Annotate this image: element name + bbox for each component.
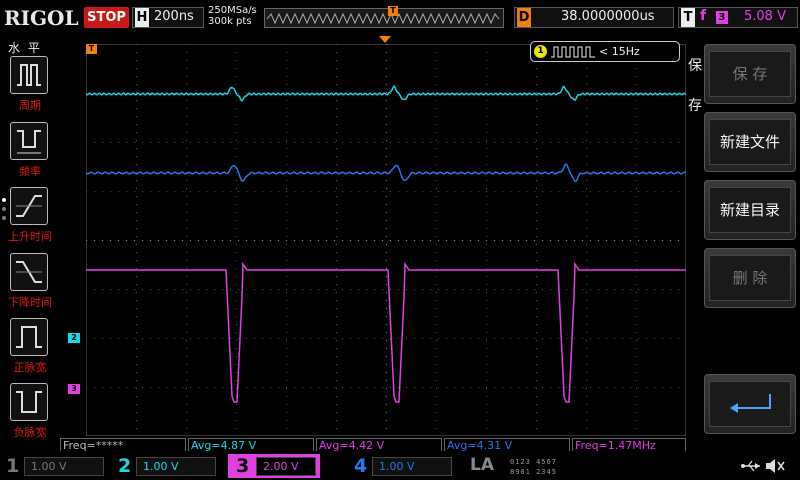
la-bits-row1: 0123 4567 [510, 458, 557, 466]
trigger-label: T [681, 8, 695, 27]
usb-icon [741, 460, 760, 472]
save-button[interactable]: 保 存 [704, 44, 796, 104]
sample-rate: 250MSa/s [208, 5, 257, 16]
negative-width-label: 负脉宽 [13, 426, 47, 439]
ch2-scale-box[interactable]: 1.00 V [136, 457, 216, 476]
ch4-number[interactable]: 4 [354, 454, 367, 478]
new-file-button[interactable]: 新建文件 [704, 112, 796, 172]
ch4-scale-box[interactable]: 1.00 V [372, 457, 452, 476]
memory-waveform-icon [266, 12, 500, 25]
frequency-label: 频率 [19, 165, 41, 178]
ch4-scale: 1.00 V [379, 460, 415, 473]
timebase-value: 200ns [154, 9, 194, 24]
counter-channel: 1 [534, 45, 547, 58]
positive-width-label: 正脉宽 [13, 361, 47, 374]
ch2-offset-marker[interactable]: 2 [68, 333, 80, 343]
frequency-counter: 1 < 15Hz [530, 41, 680, 62]
fall-time-label: 下降时间 [8, 296, 52, 309]
delete-label: 删 除 [709, 255, 791, 301]
enter-button[interactable] [704, 374, 796, 434]
measurement-avg-ch2[interactable]: Avg=4.87 V [188, 438, 314, 452]
enter-button-inner [709, 381, 791, 427]
ch1-scale: 1.00 V [31, 460, 67, 473]
rise-time-button[interactable] [10, 187, 48, 225]
negative-width-icon [16, 391, 42, 413]
ch2-scale: 1.00 V [143, 460, 179, 473]
brand-logo: RIGOL [4, 6, 79, 30]
new-folder-button[interactable]: 新建目录 [704, 180, 796, 240]
delete-button[interactable]: 删 除 [704, 248, 796, 308]
counter-square-wave-icon [551, 46, 595, 58]
top-trigger-marker: T [86, 44, 97, 54]
mute-icon[interactable] [764, 457, 786, 475]
delay-value: 38.0000000us [561, 9, 655, 24]
ch3-number[interactable]: 3 [236, 454, 249, 478]
ch3-scale: 2.00 V [263, 460, 299, 473]
measurement-freq-ch3[interactable]: Freq=1.47MHz [572, 438, 686, 452]
measurement-freq-ch1[interactable]: Freq=***** [60, 438, 186, 452]
measurement-avg-ch4[interactable]: Avg=4.31 V [444, 438, 570, 452]
trigger-level: 5.08 V [744, 9, 786, 24]
positive-width-button[interactable] [10, 318, 48, 356]
frequency-icon [17, 130, 41, 154]
new-file-label: 新建文件 [709, 119, 791, 165]
trigger-position-marker [379, 36, 391, 43]
period-icon [17, 64, 41, 86]
fall-time-icon [16, 261, 42, 283]
ch3-scale-box[interactable]: 2.00 V [256, 457, 316, 476]
delay-label: D [517, 8, 531, 27]
fall-time-button[interactable] [10, 253, 48, 291]
save-button-label: 保 存 [709, 51, 791, 97]
frequency-button[interactable] [10, 122, 48, 160]
period-label: 周期 [19, 99, 41, 112]
logic-analyzer-button[interactable]: LA [470, 455, 494, 475]
page-indicator [2, 198, 8, 225]
period-button[interactable] [10, 56, 48, 94]
ch2-number[interactable]: 2 [118, 454, 131, 478]
measure-menu-title: 水 平 [8, 41, 42, 55]
rise-time-icon [16, 195, 42, 217]
run-stop-indicator[interactable]: STOP [84, 7, 129, 28]
measurement-avg-ch3[interactable]: Avg=4.42 V [316, 438, 442, 452]
falling-edge-icon: f [700, 8, 707, 24]
horizontal-label: H [135, 8, 149, 27]
positive-width-icon [16, 326, 42, 348]
rise-time-label: 上升时间 [8, 230, 52, 243]
save-menu-title: 保存 [688, 58, 702, 114]
logic-analyzer-bits: 0123 4567 8901 2345 [510, 457, 600, 477]
ch3-offset-marker[interactable]: 3 [68, 384, 80, 394]
ch1-scale-box[interactable]: 1.00 V [24, 457, 104, 476]
memory-trigger-marker: T [388, 6, 398, 16]
memory-depth: 300k pts [208, 16, 252, 27]
ch1-number[interactable]: 1 [6, 454, 19, 478]
negative-width-button[interactable] [10, 383, 48, 421]
la-bits-row2: 8901 2345 [510, 468, 557, 476]
trigger-source: 3 [716, 11, 728, 24]
new-folder-label: 新建目录 [709, 187, 791, 233]
memory-overview [264, 8, 504, 28]
enter-return-icon [730, 394, 771, 413]
waveform-display[interactable] [86, 44, 686, 436]
counter-value: < 15Hz [599, 45, 640, 58]
